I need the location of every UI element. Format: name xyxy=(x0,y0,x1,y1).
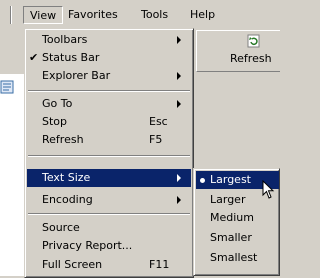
submenu-arrow-icon xyxy=(177,36,181,44)
menu-item-explorer-bar[interactable]: Explorer Bar xyxy=(27,67,191,85)
menu-item-label: Full Screen xyxy=(42,258,103,271)
submenu-arrow-icon xyxy=(177,174,181,182)
menu-item-label: Status Bar xyxy=(42,51,100,64)
submenu-arrow-icon xyxy=(177,196,181,204)
menu-item-stop[interactable]: Stop Esc xyxy=(27,113,191,131)
text-size-option-smallest[interactable]: Smallest xyxy=(196,249,279,267)
content-area xyxy=(0,74,24,276)
menu-item-label: Privacy Report... xyxy=(42,239,133,252)
menu-item-label: Go To xyxy=(42,97,73,110)
menu-item-label: Stop xyxy=(42,115,68,128)
text-size-label: Larger xyxy=(210,193,246,206)
text-size-label: Smaller xyxy=(210,231,252,244)
refresh-icon xyxy=(247,34,260,48)
view-menu: Toolbars ✔ Status Bar Explorer Bar Go To… xyxy=(24,28,194,278)
menu-item-label: Refresh xyxy=(42,133,84,146)
text-size-option-smaller[interactable]: Smaller xyxy=(196,229,279,247)
submenu-arrow-icon xyxy=(177,100,181,108)
menu-item-privacy-report[interactable]: Privacy Report... xyxy=(27,237,191,255)
mouse-cursor-icon xyxy=(262,180,275,199)
refresh-toolbar-label: Refresh xyxy=(230,52,272,65)
submenu-arrow-icon xyxy=(177,72,181,80)
menu-item-status-bar[interactable]: ✔ Status Bar xyxy=(27,49,191,67)
menu-item-go-to[interactable]: Go To xyxy=(27,95,191,113)
checkmark-icon: ✔ xyxy=(29,51,39,64)
menu-favorites[interactable]: Favorites xyxy=(62,6,124,24)
shortcut-label: Esc xyxy=(149,115,168,128)
menu-item-label: Toolbars xyxy=(42,33,88,46)
menu-help[interactable]: Help xyxy=(184,6,221,24)
shortcut-label: F5 xyxy=(149,133,163,146)
menu-item-label: Source xyxy=(42,221,80,234)
menu-item-full-screen[interactable]: Full Screen F11 xyxy=(27,256,191,274)
menu-separator xyxy=(28,90,190,92)
menu-item-source[interactable]: Source xyxy=(27,219,191,237)
page-icon xyxy=(0,80,14,94)
menu-item-label: Text Size xyxy=(42,171,91,184)
menu-item-text-size[interactable]: Text Size xyxy=(27,169,191,187)
menu-item-label: Explorer Bar xyxy=(42,69,111,82)
menu-separator xyxy=(28,155,190,157)
menu-item-label: Encoding xyxy=(42,193,93,206)
menu-tools[interactable]: Tools xyxy=(135,6,174,24)
text-size-option-medium[interactable]: Medium xyxy=(196,209,279,227)
text-size-label: Medium xyxy=(210,211,254,224)
toolbar-strip xyxy=(0,30,24,74)
menu-view[interactable]: View xyxy=(23,6,64,24)
menu-item-refresh[interactable]: Refresh F5 xyxy=(27,131,191,149)
menu-bar: View Favorites Tools Help xyxy=(0,0,280,30)
menu-item-toolbars[interactable]: Toolbars xyxy=(27,31,191,49)
menubar-grip[interactable] xyxy=(10,6,12,24)
menu-separator xyxy=(28,213,190,215)
menu-item-encoding[interactable]: Encoding xyxy=(27,191,191,209)
radio-bullet-icon xyxy=(200,178,205,183)
text-size-label: Largest xyxy=(210,173,251,186)
text-size-label: Smallest xyxy=(210,251,258,264)
refresh-toolbar-button[interactable] xyxy=(196,30,280,72)
shortcut-label: F11 xyxy=(149,258,170,271)
